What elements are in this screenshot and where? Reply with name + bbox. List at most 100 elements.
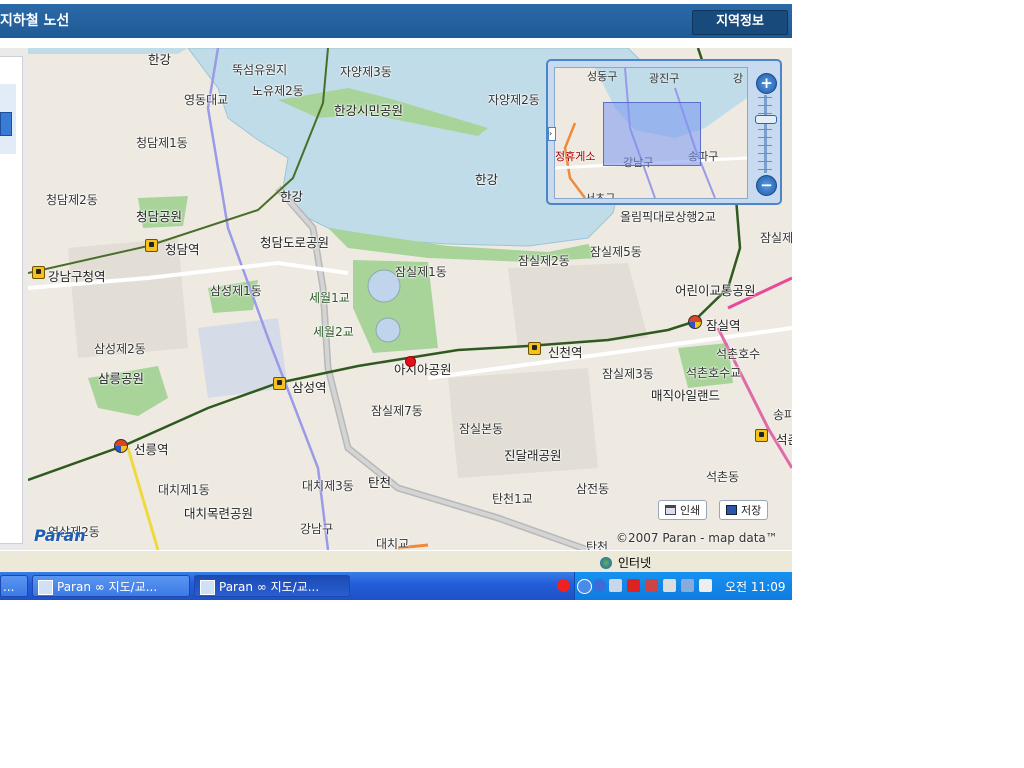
map-label: 자양제2동 (488, 93, 540, 107)
input-method-icon[interactable] (681, 579, 694, 592)
window-icon (38, 580, 53, 595)
map-label: 강남구청역 (48, 269, 106, 284)
map-label: 노유제2동 (252, 84, 304, 98)
map-label: 송파 (773, 408, 792, 422)
taskbar: ... Paran ∞ 지도/교... Paran ∞ 지도/교... 오전 1… (0, 572, 792, 600)
monitor-icon[interactable] (609, 579, 622, 592)
map-label: 잠실제 (760, 231, 792, 245)
map-label: 올림픽대로상행2교 (620, 210, 716, 224)
taskbar-button[interactable]: Paran ∞ 지도/교... (32, 575, 190, 597)
taskbar-button-label: ... (3, 580, 15, 594)
map-label: 석촌동 (706, 470, 740, 484)
floppy-disk-icon (726, 505, 737, 515)
map-label: 잠실제3동 (602, 367, 654, 381)
map-label: 석촌 (776, 432, 792, 447)
map-label: 탄천1교 (492, 492, 533, 506)
shield-icon[interactable] (645, 579, 658, 592)
overview-label: 서초구 (585, 192, 616, 199)
map-label: 대치제1동 (158, 483, 210, 497)
overview-collapse-handle[interactable]: › (548, 127, 556, 141)
transfer-station-icon[interactable] (688, 315, 702, 329)
save-button[interactable]: 저장 (719, 500, 769, 520)
printer-icon (665, 505, 676, 515)
overview-label: 강 (733, 72, 744, 85)
map-label: 삼성제1동 (210, 284, 262, 298)
left-panel-selected-item[interactable] (0, 112, 12, 136)
map-label: 삼전동 (576, 482, 610, 496)
security-icon[interactable] (627, 579, 640, 592)
subway-station-icon[interactable] (273, 377, 286, 390)
location-marker-icon[interactable] (405, 356, 416, 367)
map-label: 석촌호수 (716, 347, 761, 361)
map-label: 청담공원 (136, 209, 183, 224)
subway-station-icon[interactable] (528, 342, 541, 355)
map-label: 대치목련공원 (184, 506, 254, 521)
zoom-scale (758, 97, 772, 171)
map-label: 뚝섬유원지 (232, 63, 288, 77)
print-button[interactable]: 인쇄 (658, 500, 708, 520)
map-label: 한강 (148, 52, 172, 67)
left-panel: 말 (0, 48, 29, 586)
zoom-out-button[interactable]: − (756, 175, 777, 196)
tray-expand-icon[interactable] (577, 579, 592, 594)
computer-icon[interactable] (663, 579, 676, 592)
map-label: 진달래공원 (504, 448, 562, 463)
map-label: 청담도로공원 (260, 235, 330, 250)
window-icon (200, 580, 215, 595)
map-label: 세월2교 (313, 325, 354, 339)
subway-station-icon[interactable] (32, 266, 45, 279)
map-label: 어린이교통공원 (675, 283, 756, 298)
map-label: 석촌호수교 (686, 366, 742, 380)
zoom-in-button[interactable]: + (756, 73, 777, 94)
map-label: 잠실제1동 (395, 265, 447, 279)
subway-station-icon[interactable] (755, 429, 768, 442)
print-button-label: 인쇄 (680, 504, 701, 517)
map-label: 대치제3동 (302, 479, 354, 493)
map-label: 잠실제5동 (590, 245, 642, 259)
overview-label: 정휴게소 (555, 150, 596, 163)
map-label: 매직아일랜드 (651, 388, 721, 403)
clock: 오전 11:09 (725, 580, 786, 594)
system-tray: 오전 11:09 (557, 572, 792, 600)
map-label: 잠실역 (706, 318, 741, 333)
zoom-slider-thumb[interactable] (755, 115, 777, 124)
overview-viewport-box[interactable] (603, 102, 701, 166)
taskbar-button-active[interactable]: Paran ∞ 지도/교... (194, 575, 350, 597)
map-label: 청담제1동 (136, 136, 188, 150)
map-label: 삼성역 (292, 380, 327, 395)
save-button-label: 저장 (741, 504, 762, 517)
overview-map-view[interactable]: 성동구 광진구 강 정휴게소 강남구 송파구 서초구 (554, 67, 748, 199)
transfer-station-icon[interactable] (114, 439, 128, 453)
map-label: 신천역 (548, 345, 583, 360)
taskbar-button[interactable]: ... (0, 575, 28, 597)
map-label: 아시아공원 (394, 362, 452, 377)
map-label: 삼성제2동 (94, 342, 146, 356)
taskbar-button-label: Paran ∞ 지도/교... (219, 580, 320, 594)
speaker-icon[interactable] (699, 579, 712, 592)
map-label: 한강 (280, 189, 304, 204)
map-label: 자양제3동 (340, 65, 392, 79)
subway-station-icon[interactable] (145, 239, 158, 252)
overview-label: 광진구 (649, 72, 680, 85)
overview-map: 성동구 광진구 강 정휴게소 강남구 송파구 서초구 › + − (546, 59, 782, 205)
tray-app-icon[interactable] (557, 579, 570, 592)
map-label: 잠실제2동 (518, 254, 570, 268)
region-info-button[interactable]: 지역정보 (692, 10, 788, 35)
network-icon[interactable] (593, 579, 606, 592)
map-label: 잠실제7동 (371, 404, 423, 418)
map-label: 청담제2동 (46, 193, 98, 207)
map-label: 탄천 (368, 475, 392, 490)
overview-label: 성동구 (587, 70, 618, 83)
map-label: 한강시민공원 (334, 103, 404, 118)
page-title: 지하철 노선 (0, 13, 70, 29)
header-bar: 지하철 노선 지역정보 (0, 0, 792, 38)
map-copyright: ©2007 Paran - map data™ (616, 531, 778, 545)
map-label: 강남구 (300, 522, 334, 536)
map-label: 영동대교 (184, 93, 229, 107)
map-label: 세월1교 (309, 291, 350, 305)
map-label: 잠실본동 (459, 422, 504, 436)
map-label: 대치교 (376, 537, 410, 550)
map-label: 탄천 (586, 540, 609, 550)
map-canvas[interactable]: 한강 뚝섬유원지 자양제3동 영동대교 노유제2동 한강시민공원 자양제2동 청… (28, 48, 792, 550)
globe-icon (600, 557, 612, 569)
